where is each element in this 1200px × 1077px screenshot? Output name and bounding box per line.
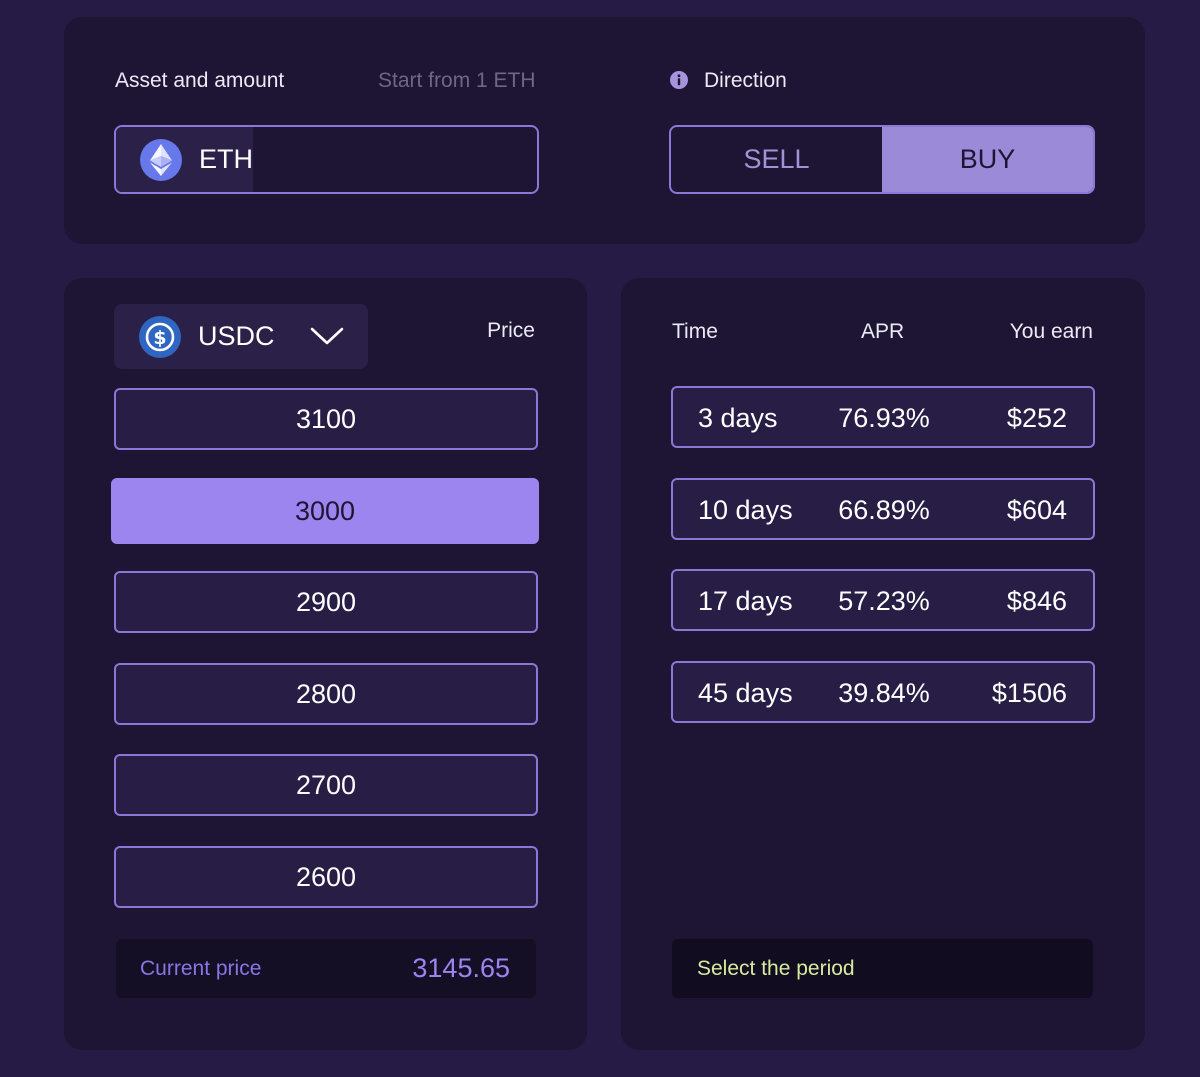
period-option[interactable]: 3 days 76.93% $252 [671,386,1095,448]
period-earn: $252 [1006,403,1067,433]
currency-dropdown[interactable]: $ USDC [114,304,368,369]
usdc-icon: $ [139,315,181,358]
amount-input[interactable] [253,127,537,192]
price-option[interactable]: 2800 [114,663,538,725]
asset-min-hint: Start from 1 ETH [378,69,536,92]
price-option[interactable]: 3100 [114,388,538,450]
asset-amount-label: Asset and amount [115,69,285,92]
ethereum-icon [140,138,182,181]
direction-toggle: SELL BUY [669,125,1095,194]
price-column-label: Price [487,319,535,342]
buy-button[interactable]: BUY [882,127,1093,192]
price-option[interactable]: 2900 [114,571,538,633]
info-icon[interactable] [670,71,688,94]
earn-column-header: You earn [1009,320,1093,343]
price-option[interactable]: 2700 [114,754,538,816]
period-option[interactable]: 10 days 66.89% $604 [671,478,1095,540]
asset-amount-field: ETH [114,125,539,194]
current-price-value: 3145.65 [412,953,510,983]
period-option[interactable]: 17 days 57.23% $846 [671,569,1095,631]
asset-token-selector[interactable]: ETH [116,127,253,192]
current-price-box: Current price 3145.65 [116,939,536,998]
period-option[interactable]: 45 days 39.84% $1506 [671,661,1095,723]
currency-name: USDC [198,321,275,351]
sell-button[interactable]: SELL [671,127,882,192]
chevron-down-icon [310,326,344,351]
period-panel: Time APR You earn 3 days 76.93% $252 10 … [621,278,1145,1050]
time-column-header: Time [672,320,718,343]
period-earn: $846 [1006,586,1067,616]
period-earn: $604 [1006,495,1067,525]
asset-direction-panel: Asset and amount Start from 1 ETH ETH 10… [64,17,1145,244]
asset-token-name: ETH [199,144,253,174]
svg-text:$: $ [153,327,166,349]
current-price-label: Current price [140,956,262,980]
strike-price-panel: $ USDC Price 3100 3000 2900 2800 2700 26… [64,278,587,1050]
period-earn: $1506 [991,678,1067,708]
price-option-selected[interactable]: 3000 [111,478,539,544]
direction-label: Direction [704,69,787,92]
period-status: Select the period [672,939,1093,998]
price-option[interactable]: 2600 [114,846,538,908]
apr-column-header: APR [861,320,905,343]
